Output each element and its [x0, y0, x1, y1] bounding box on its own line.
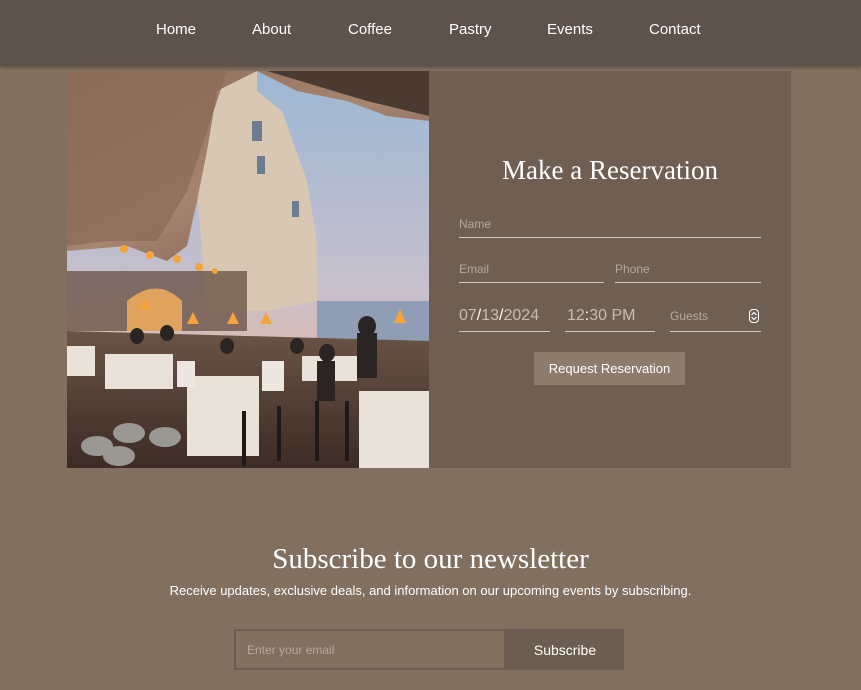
email-field[interactable]: [459, 261, 604, 283]
nav-events[interactable]: Events: [547, 21, 593, 38]
nav-home[interactable]: Home: [156, 21, 196, 38]
time-field[interactable]: 12:30 PM: [565, 304, 655, 332]
reservation-panel: Make a Reservation 07/13/2024 12:30 PM G…: [429, 71, 791, 468]
time-hour: 12: [567, 307, 585, 324]
time-minute: 30: [589, 307, 608, 324]
subscribe-button[interactable]: Subscribe: [506, 629, 624, 670]
date-year: 2024: [503, 307, 540, 324]
guests-field[interactable]: Guests: [670, 304, 761, 332]
top-navbar: Home About Coffee Pastry Events Contact: [0, 0, 861, 66]
newsletter-title: Subscribe to our newsletter: [272, 543, 589, 575]
phone-field[interactable]: [615, 261, 761, 283]
restaurant-cave-photo: [67, 71, 429, 468]
date-month: 07: [459, 307, 477, 324]
nav-contact[interactable]: Contact: [649, 21, 701, 38]
newsletter-subtitle: Receive updates, exclusive deals, and in…: [169, 583, 692, 598]
guests-spinner-icon[interactable]: [749, 309, 759, 323]
request-reservation-button[interactable]: Request Reservation: [534, 352, 685, 385]
date-day: 13: [481, 307, 500, 324]
newsletter-email-input[interactable]: [234, 629, 506, 670]
reservation-title: Make a Reservation: [502, 155, 718, 185]
nav-about[interactable]: About: [252, 21, 291, 38]
time-ampm: PM: [611, 307, 636, 324]
guests-placeholder: Guests: [670, 309, 709, 323]
date-field[interactable]: 07/13/2024: [459, 304, 550, 332]
name-field[interactable]: [459, 216, 761, 238]
nav-coffee[interactable]: Coffee: [348, 21, 392, 38]
nav-pastry[interactable]: Pastry: [449, 21, 492, 38]
